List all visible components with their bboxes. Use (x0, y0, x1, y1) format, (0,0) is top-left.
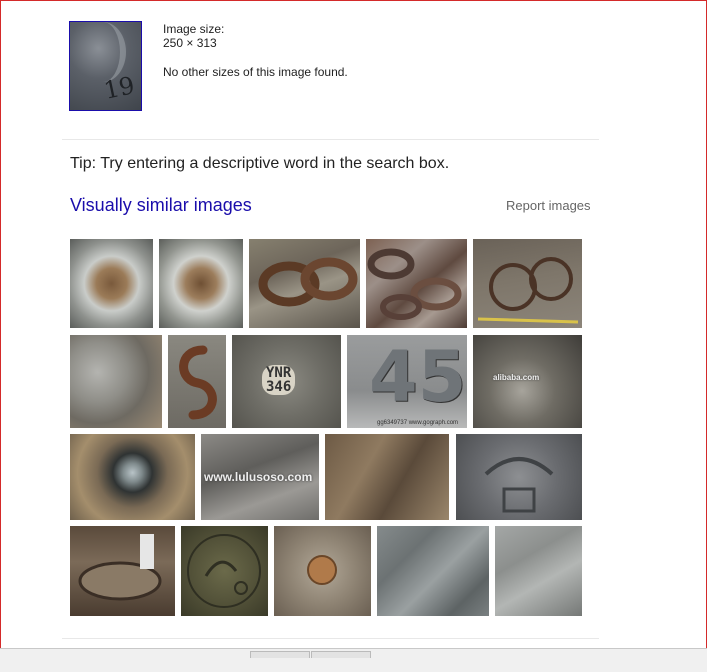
wheel-shape (477, 257, 579, 324)
other-sizes-text: No other sizes of this image found. (163, 65, 348, 79)
watermark: alibaba.com (493, 373, 540, 382)
bell-shape (307, 555, 337, 585)
ornament-shape (484, 457, 554, 513)
pan-shape (78, 534, 162, 601)
similar-image-thumbnail[interactable] (325, 434, 449, 520)
similar-image-thumbnail[interactable] (70, 335, 162, 428)
stock-caption: gg6349737 www.gograph.com (377, 420, 459, 426)
report-images-link[interactable]: Report images (506, 198, 591, 213)
similar-image-thumbnail[interactable] (366, 239, 467, 328)
similar-image-thumbnail[interactable] (70, 434, 195, 520)
similar-image-thumbnail[interactable] (473, 239, 582, 328)
watermark: www.lulusoso.com (204, 470, 313, 484)
coin-digits: 19 (101, 71, 138, 105)
image-size-value: 250 × 313 (163, 36, 217, 50)
plate-text: YNR 346 (262, 365, 296, 395)
similar-image-thumbnail[interactable] (168, 335, 226, 428)
tip-text: Tip: Try entering a descriptive word in … (70, 155, 450, 172)
similar-image-thumbnail[interactable] (495, 526, 582, 616)
similar-image-thumbnail[interactable] (274, 526, 371, 616)
divider (62, 638, 599, 639)
similar-image-thumbnail[interactable] (70, 526, 175, 616)
visually-similar-link[interactable]: Visually similar images (70, 195, 252, 216)
divider (62, 139, 599, 140)
similar-image-thumbnail[interactable]: www.lulusoso.com (201, 434, 319, 520)
coin-shape (187, 534, 261, 608)
similar-image-thumbnail[interactable]: YNR 346 (232, 335, 341, 428)
pagination-tab[interactable] (250, 651, 310, 658)
pagination-tab[interactable] (311, 651, 371, 658)
similar-image-thumbnail[interactable]: 45 gg6349737 www.gograph.com (347, 335, 467, 428)
house-number: 45 (369, 336, 467, 418)
similar-image-thumbnail[interactable] (159, 239, 243, 328)
similar-image-thumbnail[interactable]: alibaba.com (473, 335, 582, 428)
s-hook-shape (179, 345, 217, 420)
similar-image-thumbnail[interactable] (249, 239, 360, 328)
similar-image-thumbnail[interactable] (377, 526, 489, 616)
query-image-thumbnail[interactable]: 19 (69, 21, 142, 111)
chain-pile-shape (367, 248, 462, 320)
similar-image-thumbnail[interactable] (456, 434, 582, 520)
similar-image-thumbnail[interactable] (181, 526, 268, 616)
chain-link-shape (258, 257, 358, 307)
bottom-pagination-bar (0, 648, 707, 672)
image-info: Image size: 250 × 313 No other sizes of … (163, 22, 348, 79)
image-size-label: Image size: (163, 22, 225, 36)
similar-image-thumbnail[interactable] (70, 239, 153, 328)
